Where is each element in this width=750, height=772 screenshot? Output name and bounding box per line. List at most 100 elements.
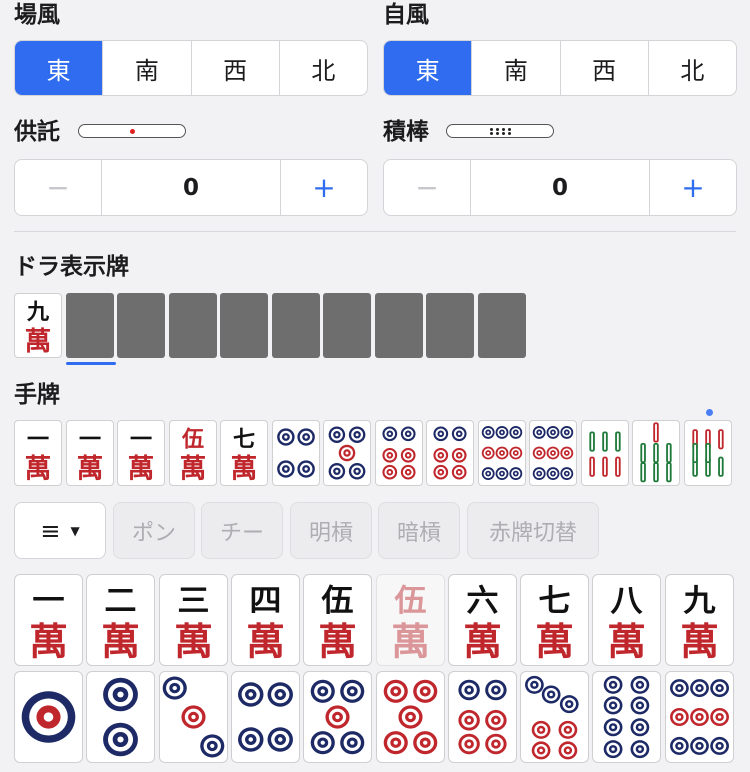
picker-four-man-tile[interactable]: 四 萬 — [230, 574, 300, 666]
hand-nine-pin-tile[interactable] — [529, 420, 577, 486]
jikaze-south-option[interactable]: 南 — [471, 41, 559, 95]
hand-seven-sou-tile[interactable] — [632, 420, 680, 486]
svg-text:七: 七 — [539, 583, 571, 619]
caret-down-icon: ▼ — [70, 523, 80, 538]
chi-button[interactable]: チー — [201, 502, 283, 559]
ankan-button[interactable]: 暗槓 — [378, 502, 460, 559]
hand-one-man-tile[interactable]: 一 萬 — [14, 420, 62, 486]
tsumibo-increment-button[interactable]: + — [650, 160, 736, 215]
hand-five-man-red-tile[interactable]: 伍 萬 — [168, 420, 217, 486]
dora-empty-slot[interactable] — [117, 293, 165, 358]
hand-six-pin-tile[interactable] — [374, 420, 423, 486]
hand-six-pin-tile[interactable] — [426, 420, 474, 486]
dora-empty-slot[interactable] — [374, 293, 423, 358]
hand-one-man-tile[interactable]: 一 萬 — [65, 420, 114, 486]
tsumibo-decrement-button[interactable]: − — [384, 160, 470, 215]
dora-nine-man-tile[interactable]: 九 萬 — [14, 293, 62, 358]
picker-three-man-tile[interactable]: 三 萬 — [158, 574, 228, 666]
svg-text:萬: 萬 — [128, 454, 155, 485]
bakaze-west-option[interactable]: 西 — [190, 41, 279, 95]
svg-text:萬: 萬 — [174, 619, 213, 663]
hand-six-sou-tile[interactable] — [580, 420, 629, 486]
picker-five-man-red-tile[interactable]: 伍 萬 — [375, 574, 445, 666]
bakaze-east-option[interactable]: 東 — [15, 41, 103, 95]
kyotaku-increment-button[interactable]: + — [281, 160, 367, 215]
svg-text:八: 八 — [611, 583, 644, 619]
jikaze-east-option[interactable]: 東 — [384, 41, 472, 95]
picker-two-man-tile[interactable]: 二 萬 — [86, 574, 156, 666]
svg-text:一: 一 — [78, 427, 100, 453]
dora-empty-slot[interactable] — [65, 293, 114, 358]
bakaze-south-option[interactable]: 南 — [102, 41, 190, 95]
hamburger-icon: ≡ — [40, 516, 61, 545]
svg-text:萬: 萬 — [463, 619, 502, 663]
svg-text:萬: 萬 — [607, 619, 646, 663]
picker-two-pin-tile[interactable] — [86, 671, 156, 763]
dora-cursor-indicator — [66, 362, 116, 365]
svg-text:萬: 萬 — [680, 619, 719, 663]
svg-text:七: 七 — [233, 427, 255, 453]
picker-nine-man-tile[interactable]: 九 萬 — [664, 574, 734, 666]
bakaze-label: 場風 — [14, 2, 60, 28]
svg-text:伍: 伍 — [180, 427, 203, 453]
picker-five-man-tile[interactable]: 伍 萬 — [303, 574, 373, 666]
svg-text:萬: 萬 — [535, 619, 574, 663]
picker-six-man-tile[interactable]: 六 萬 — [447, 574, 517, 666]
tsumibo-label: 積棒 — [383, 119, 429, 145]
svg-text:萬: 萬 — [246, 619, 285, 663]
picker-seven-pin-tile[interactable] — [520, 671, 590, 763]
hand-seven-man-tile[interactable]: 七 萬 — [220, 420, 268, 486]
svg-text:三: 三 — [177, 583, 209, 619]
dora-empty-slot[interactable] — [426, 293, 474, 358]
picker-four-pin-tile[interactable] — [230, 671, 300, 763]
jikaze-label: 自風 — [383, 2, 429, 28]
picker-seven-man-tile[interactable]: 七 萬 — [520, 574, 590, 666]
picker-eight-pin-tile[interactable] — [592, 671, 662, 763]
thousand-point-stick-icon — [78, 124, 186, 138]
dora-empty-slot[interactable] — [220, 293, 268, 358]
picker-one-pin-tile[interactable] — [14, 671, 83, 763]
dora-empty-slot[interactable] — [271, 293, 320, 358]
kyotaku-value: 0 — [101, 160, 281, 215]
dora-empty-slot[interactable] — [168, 293, 217, 358]
dora-empty-slot[interactable] — [477, 293, 526, 358]
hand-label: 手牌 — [14, 382, 60, 408]
picker-five-pin-tile[interactable] — [303, 671, 373, 763]
tsumibo-value: 0 — [470, 160, 650, 215]
picker-three-pin-tile[interactable] — [158, 671, 228, 763]
aka-toggle-button[interactable]: 赤牌切替 — [467, 502, 599, 559]
svg-text:二: 二 — [105, 583, 137, 619]
dora-label: ドラ表示牌 — [14, 254, 129, 280]
hand-eight-sou-tile[interactable] — [683, 420, 732, 486]
jikaze-north-option[interactable]: 北 — [647, 41, 736, 95]
picker-five-pin-red-tile[interactable] — [375, 671, 445, 763]
svg-text:萬: 萬 — [179, 454, 206, 485]
minkan-button[interactable]: 明槓 — [290, 502, 372, 559]
picker-one-man-tile[interactable]: 一 萬 — [14, 574, 83, 666]
svg-text:伍: 伍 — [394, 583, 426, 619]
picker-nine-pin-tile[interactable] — [664, 671, 734, 763]
kyotaku-stepper: − 0 + — [14, 159, 368, 216]
svg-text:萬: 萬 — [318, 619, 357, 663]
bakaze-north-option[interactable]: 北 — [278, 41, 367, 95]
svg-text:四: 四 — [249, 583, 281, 619]
picker-eight-man-tile[interactable]: 八 萬 — [592, 574, 662, 666]
svg-text:萬: 萬 — [25, 454, 52, 485]
svg-text:萬: 萬 — [76, 454, 103, 485]
hand-four-pin-tile[interactable] — [271, 420, 320, 486]
svg-text:萬: 萬 — [231, 454, 258, 485]
jikaze-west-option[interactable]: 西 — [559, 41, 648, 95]
svg-text:九: 九 — [26, 299, 49, 325]
svg-text:一: 一 — [27, 427, 49, 453]
hand-five-pin-tile[interactable] — [323, 420, 371, 486]
kyotaku-decrement-button[interactable]: − — [15, 160, 101, 215]
svg-text:萬: 萬 — [391, 619, 430, 663]
svg-text:九: 九 — [683, 583, 716, 619]
dora-empty-slot[interactable] — [323, 293, 371, 358]
picker-six-pin-tile[interactable] — [447, 671, 517, 763]
svg-text:萬: 萬 — [101, 619, 140, 663]
pon-button[interactable]: ポン — [113, 502, 195, 559]
hand-nine-pin-tile[interactable] — [477, 420, 526, 486]
hand-one-man-tile[interactable]: 一 萬 — [117, 420, 165, 486]
menu-button[interactable]: ≡ ▼ — [14, 502, 106, 559]
